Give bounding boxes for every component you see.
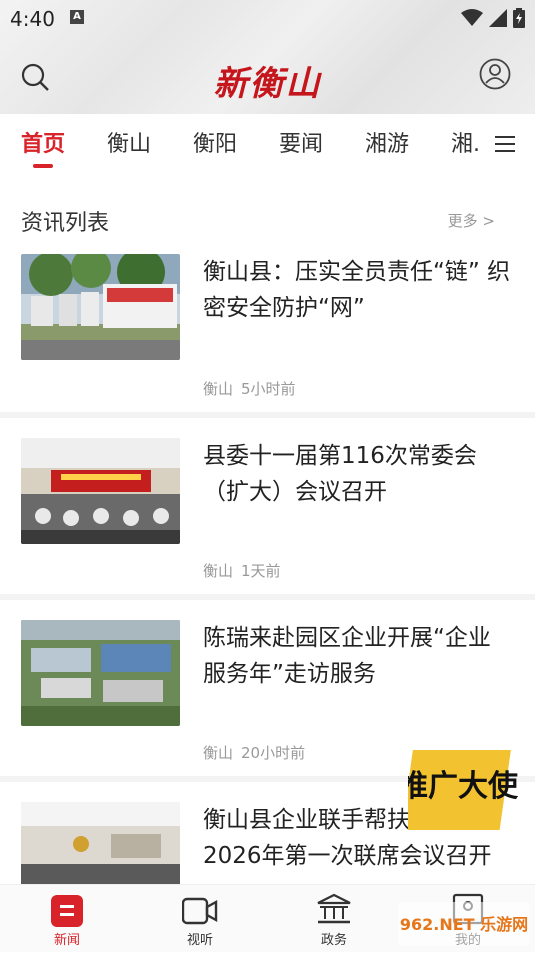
nav-label: 新闻	[53, 933, 80, 948]
tab-travel[interactable]: 湘游	[365, 126, 409, 158]
promo-text: 推广大使	[408, 769, 518, 804]
news-title: 陈瑞来赴园区企业开展“企业服务年”走访服务	[203, 625, 491, 687]
tab-hengyang[interactable]: 衡阳	[193, 126, 237, 158]
nav-government[interactable]: 政务	[294, 885, 374, 953]
a-status-icon: A	[70, 10, 84, 24]
tab-headlines[interactable]: 要闻	[279, 126, 323, 158]
nav-label: 政务	[320, 933, 347, 948]
news-time: 1天前	[241, 562, 281, 580]
battery-icon	[513, 8, 525, 28]
tab-more-truncated[interactable]: 湘.	[451, 126, 480, 158]
promo-badge[interactable]: 推广大使	[408, 742, 518, 837]
news-time: 5小时前	[241, 380, 296, 398]
active-tab-indicator	[33, 164, 53, 168]
tab-hengshan[interactable]: 衡山	[107, 126, 151, 158]
news-meta: 衡山 1天前	[203, 560, 289, 581]
news-item[interactable]: 县委十一届第116次常委会（扩大）会议召开 衡山 1天前	[0, 418, 535, 594]
news-thumbnail	[21, 438, 180, 544]
section-title: 资讯列表	[21, 211, 110, 236]
status-bar: 4:40 A	[0, 0, 535, 36]
more-link[interactable]: 更多 >	[448, 210, 495, 231]
news-thumbnail	[21, 620, 180, 726]
news-title: 县委十一届第116次常委会（扩大）会议召开	[203, 443, 477, 505]
news-source: 衡山	[203, 744, 234, 762]
news-time: 20小时前	[241, 744, 306, 762]
category-tabs: 首页 衡山 衡阳 要闻 湘游 湘.	[0, 114, 535, 170]
status-time: 4:40	[10, 7, 55, 31]
menu-icon[interactable]	[495, 136, 515, 152]
news-source: 衡山	[203, 380, 234, 398]
user-avatar-icon[interactable]	[479, 58, 511, 90]
app-bar: 新衡山	[0, 36, 535, 114]
signal-icon	[489, 9, 507, 27]
tab-home[interactable]: 首页	[21, 126, 65, 158]
nav-news[interactable]: 新闻	[27, 885, 107, 953]
watermark-logo: 962.NET 乐游网	[398, 902, 530, 946]
news-meta: 衡山 5小时前	[203, 378, 304, 399]
news-item[interactable]: 衡山县：压实全员责任“链” 织密安全防护“网” 衡山 5小时前	[0, 254, 535, 412]
app-logo: 新衡山	[213, 64, 322, 104]
news-meta: 衡山 20小时前	[203, 742, 313, 763]
government-icon	[317, 893, 351, 924]
news-thumbnail	[21, 254, 180, 360]
nav-video[interactable]: 视听	[160, 885, 240, 953]
video-icon	[182, 897, 218, 925]
wifi-icon	[461, 9, 483, 26]
news-icon	[51, 895, 83, 927]
news-title: 衡山县：压实全员责任“链” 织密安全防护“网”	[203, 259, 511, 321]
watermark-text: 962.NET 乐游网	[400, 915, 528, 934]
news-source: 衡山	[203, 562, 234, 580]
news-thumbnail	[21, 802, 180, 884]
nav-label: 视听	[186, 933, 213, 948]
